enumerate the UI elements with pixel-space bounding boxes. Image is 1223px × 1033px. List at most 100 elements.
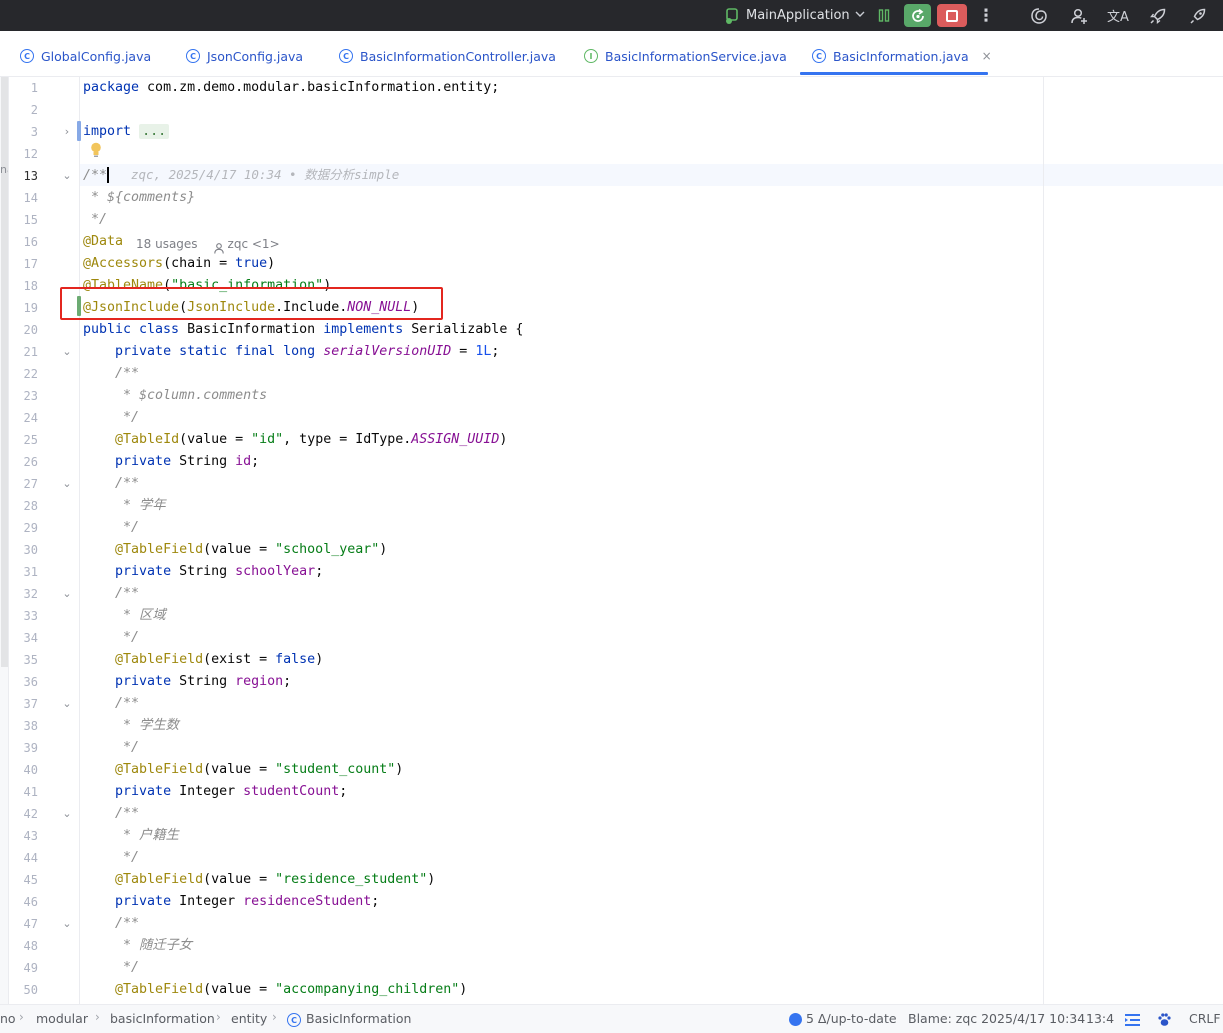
code-editor[interactable]: na › ⌄ ⌄ ⌄ ⌄ ⌄ ⌄ ⌄ zqc, 2025/4/17 10:34 … (0, 77, 1223, 1004)
rocket-icon[interactable] (1146, 4, 1170, 27)
pause-icon[interactable] (872, 4, 896, 27)
translate-icon[interactable]: 文A (1106, 4, 1130, 27)
line-number[interactable]: 36 (12, 671, 38, 693)
breadcrumb-item[interactable]: entity (231, 1011, 267, 1026)
tab-basicinformation[interactable]: C BasicInformation.java × (812, 47, 992, 65)
blame-status[interactable]: Blame: zqc 2025/4/17 10:34 (908, 1011, 1085, 1026)
run-config-icon (724, 7, 742, 25)
line-number[interactable]: 43 (12, 825, 38, 847)
line-number[interactable]: 23 (12, 385, 38, 407)
chevron-down-icon[interactable]: ⌄ (60, 803, 74, 825)
chevron-right-icon[interactable]: › (60, 121, 74, 143)
line-number[interactable]: 31 (12, 561, 38, 583)
main-toolbar: MainApplication ⋮ 文A (0, 0, 1223, 31)
line-number[interactable]: 21 (12, 341, 38, 363)
line-number[interactable]: 3 (12, 121, 38, 143)
author-icon (213, 239, 224, 254)
line-number[interactable]: 45 (12, 869, 38, 891)
line-number[interactable]: 16 (12, 231, 38, 253)
line-number[interactable]: 49 (12, 957, 38, 979)
line-number[interactable]: 34 (12, 627, 38, 649)
class-icon: C (339, 49, 353, 63)
code-line-34: */ (83, 630, 140, 645)
line-number[interactable]: 37 (12, 693, 38, 715)
line-number[interactable]: 2 (12, 99, 38, 121)
tab-globalconfig[interactable]: C GlobalConfig.java (20, 47, 151, 65)
chevron-down-icon[interactable]: ⌄ (60, 341, 74, 363)
line-number[interactable]: 29 (12, 517, 38, 539)
rocket-outline-icon[interactable] (1186, 4, 1210, 27)
line-number[interactable]: 15 (12, 209, 38, 231)
line-separator[interactable]: CRLF (1189, 1011, 1221, 1026)
vcs-status[interactable]: 5 Δ/up-to-date (806, 1011, 897, 1026)
line-number[interactable]: 44 (12, 847, 38, 869)
line-number[interactable]: 17 (12, 253, 38, 275)
line-number[interactable]: 41 (12, 781, 38, 803)
chevron-down-icon[interactable]: ⌄ (60, 583, 74, 605)
line-number[interactable]: 20 (12, 319, 38, 341)
code-line-24: */ (83, 410, 140, 425)
line-number[interactable]: 22 (12, 363, 38, 385)
line-number[interactable]: 47 (12, 913, 38, 935)
rerun-icon[interactable] (904, 4, 931, 27)
line-number[interactable]: 13 (12, 165, 38, 187)
inlay-hint[interactable]: 18 usages zqc <1> (136, 233, 280, 255)
line-number[interactable]: 27 (12, 473, 38, 495)
project-panel-edge[interactable] (0, 77, 9, 1004)
close-icon[interactable]: × (982, 49, 992, 63)
line-number[interactable]: 18 (12, 275, 38, 297)
line-number[interactable]: 32 (12, 583, 38, 605)
line-number[interactable]: 50 (12, 979, 38, 1001)
line-number[interactable]: 26 (12, 451, 38, 473)
line-number[interactable]: 46 (12, 891, 38, 913)
chevron-down-icon[interactable]: ⌄ (60, 693, 74, 715)
code-line-27: /** (83, 476, 140, 491)
code-line-38: * 学生数 (83, 718, 179, 733)
line-number[interactable]: 14 (12, 187, 38, 209)
line-number[interactable]: 48 (12, 935, 38, 957)
line-number[interactable]: 1 (12, 77, 38, 99)
line-number[interactable]: 30 (12, 539, 38, 561)
line-number[interactable]: 40 (12, 759, 38, 781)
line-number[interactable]: 19 (12, 297, 38, 319)
tab-basicinformationcontroller[interactable]: C BasicInformationController.java (339, 47, 556, 65)
breadcrumb-item[interactable]: BasicInformation (306, 1011, 411, 1026)
run-configuration-selector[interactable]: MainApplication (724, 5, 865, 26)
tab-jsonconfig[interactable]: C JsonConfig.java (186, 47, 303, 65)
author-hint[interactable]: zqc <1> (228, 233, 280, 255)
more-icon[interactable]: ⋮ (974, 4, 998, 27)
line-number[interactable]: 33 (12, 605, 38, 627)
vcs-modified-marker[interactable] (77, 121, 81, 141)
add-user-icon[interactable] (1067, 4, 1091, 27)
line-number[interactable]: 24 (12, 407, 38, 429)
indent-icon[interactable] (1125, 1014, 1140, 1026)
chevron-right-icon: › (95, 1010, 100, 1024)
code-line-1: package com.zm.demo.modular.basicInforma… (83, 80, 500, 95)
caret-position[interactable]: 13:4 (1086, 1011, 1114, 1026)
line-number[interactable]: 39 (12, 737, 38, 759)
code-line-50: @TableField(value = "accompanying_childr… (115, 982, 468, 997)
tab-basicinformationservice[interactable]: I BasicInformationService.java (584, 47, 787, 65)
stop-button[interactable] (937, 4, 967, 27)
tab-label: JsonConfig.java (207, 48, 304, 64)
folded-imports[interactable]: ... (139, 124, 170, 139)
ai-assistant-icon[interactable] (1027, 4, 1051, 27)
lightbulb-icon[interactable] (89, 141, 103, 159)
chevron-down-icon[interactable]: ⌄ (60, 165, 74, 187)
usages-hint[interactable]: 18 usages (136, 233, 198, 255)
line-number[interactable]: 25 (12, 429, 38, 451)
line-number[interactable]: 38 (12, 715, 38, 737)
line-number[interactable]: 35 (12, 649, 38, 671)
breadcrumb-item[interactable]: no (0, 1011, 16, 1026)
code-line-48: * 随迁子女 (83, 938, 193, 953)
line-number[interactable]: 42 (12, 803, 38, 825)
chevron-down-icon[interactable]: ⌄ (60, 913, 74, 935)
code-line-17: @Accessors(chain = true) (83, 256, 276, 271)
breadcrumb-item[interactable]: basicInformation (110, 1011, 215, 1026)
chevron-down-icon[interactable]: ⌄ (60, 473, 74, 495)
line-number[interactable]: 28 (12, 495, 38, 517)
line-number[interactable]: 12 (12, 143, 38, 165)
paw-icon[interactable] (1157, 1012, 1172, 1027)
chevron-right-icon: › (19, 1010, 24, 1024)
breadcrumb-item[interactable]: modular (36, 1011, 88, 1026)
